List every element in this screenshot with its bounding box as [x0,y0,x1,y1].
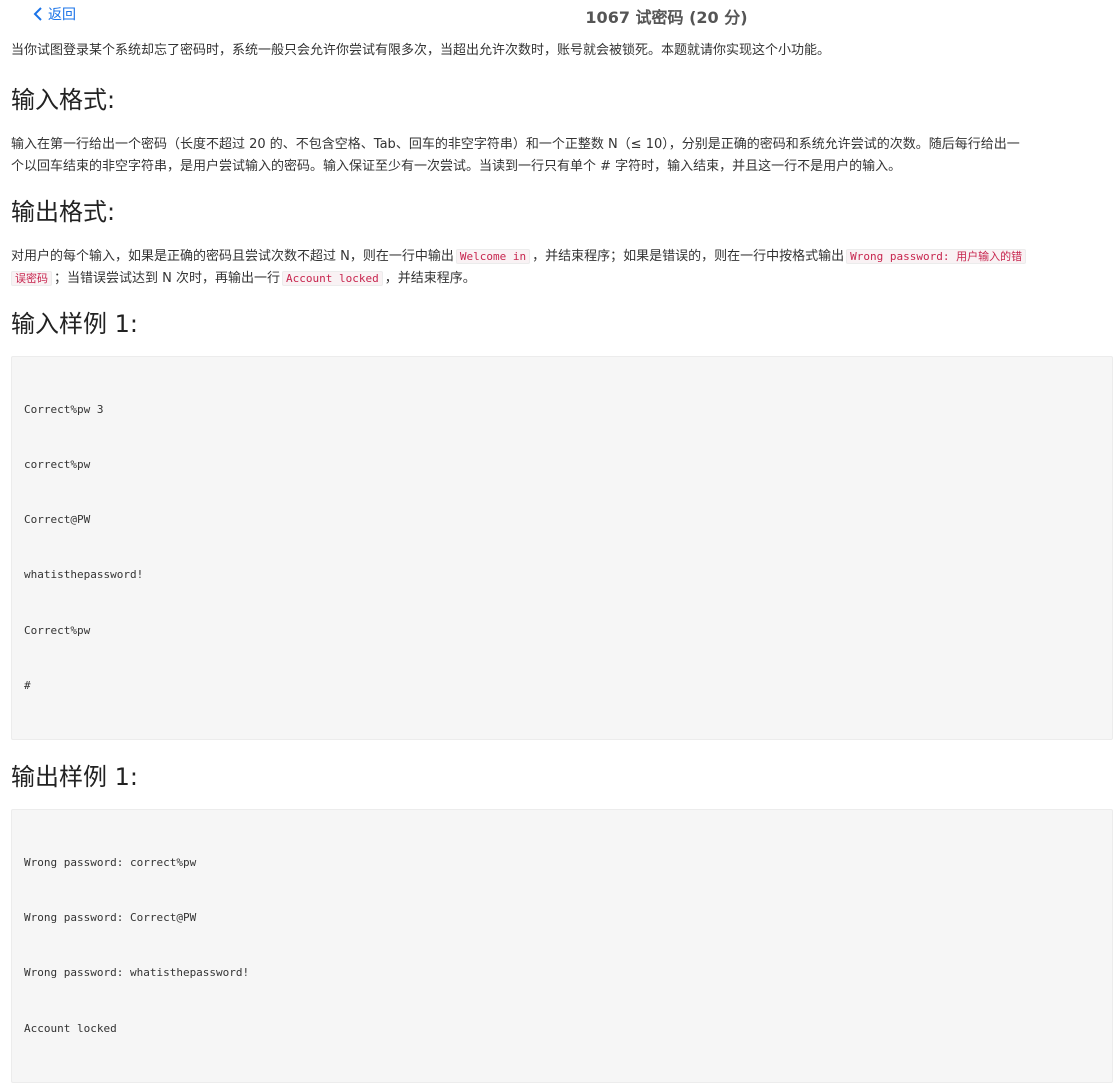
sample-input-line: Correct@PW [24,513,91,527]
output-format-text-2: ，并结束程序；如果是错误的，则在一行中按格式输出 [532,249,845,264]
problem-intro: 当你试图登录某个系统却忘了密码时，系统一般只会允许你尝试有限多次，当超出允许次数… [11,43,831,58]
sample-output-line: Wrong password: Correct@PW [24,911,197,925]
input-format-line-1: 输入在第一行给出一个密码（长度不超过 20 的、不包含空格、Tab、回车的非空字… [11,137,1020,152]
input-format-heading: 输入格式: [11,86,116,114]
sample-output-block: Wrong password: correct%pw Wrong passwor… [11,809,1113,1083]
sample-output-line: Wrong password: whatisthepassword! [24,966,250,980]
sample-input-line: # [24,678,31,692]
account-locked-code: Account locked [282,271,383,286]
page-title: 1067 试密码 (20 分) [585,8,748,27]
sample-output-heading: 输出样例 1: [11,763,138,792]
output-format-text-4: ，并结束程序。 [384,271,476,286]
problem-content: 当你试图登录某个系统却忘了密码时，系统一般只会允许你尝试有限多次，当超出允许次数… [11,40,1113,1083]
sample-output-line: Wrong password: correct%pw [24,855,197,869]
input-format-text: 输入在第一行给出一个密码（长度不超过 20 的、不包含空格、Tab、回车的非空字… [11,134,1113,178]
output-format-text-1: 对用户的每个输入，如果是正确的密码且尝试次数不超过 N，则在一行中输出 [11,249,454,264]
sample-input-line: Correct%pw [24,623,91,637]
output-format-text-3: ；当错误尝试达到 N 次时，再输出一行 [54,271,280,286]
output-format-heading: 输出格式: [11,198,116,226]
wrong-password-code-cont: 误密码 [11,271,52,286]
sample-input-line: Correct%pw 3 [24,402,104,416]
output-format-text: 对用户的每个输入，如果是正确的密码且尝试次数不超过 N，则在一行中输出 Welco… [11,246,1113,290]
input-format-line-2: 个以回车结束的非空字符串，是用户尝试输入的密码。输入保证至少有一次尝试。当读到一… [11,159,902,174]
sample-input-line: correct%pw [24,458,91,472]
welcome-code: Welcome in [455,249,531,264]
wrong-password-code: Wrong password: 用户输入的错 [846,249,1027,264]
sample-input-block: Correct%pw 3 correct%pw Correct@PW whati… [11,356,1113,741]
top-navigation-bar: 返回 1067 试密码 (20 分) [0,0,1113,28]
sample-output-line: Account locked [24,1021,117,1035]
sample-input-line: whatisthepassword! [24,568,144,582]
sample-input-heading: 输入样例 1: [11,310,138,338]
